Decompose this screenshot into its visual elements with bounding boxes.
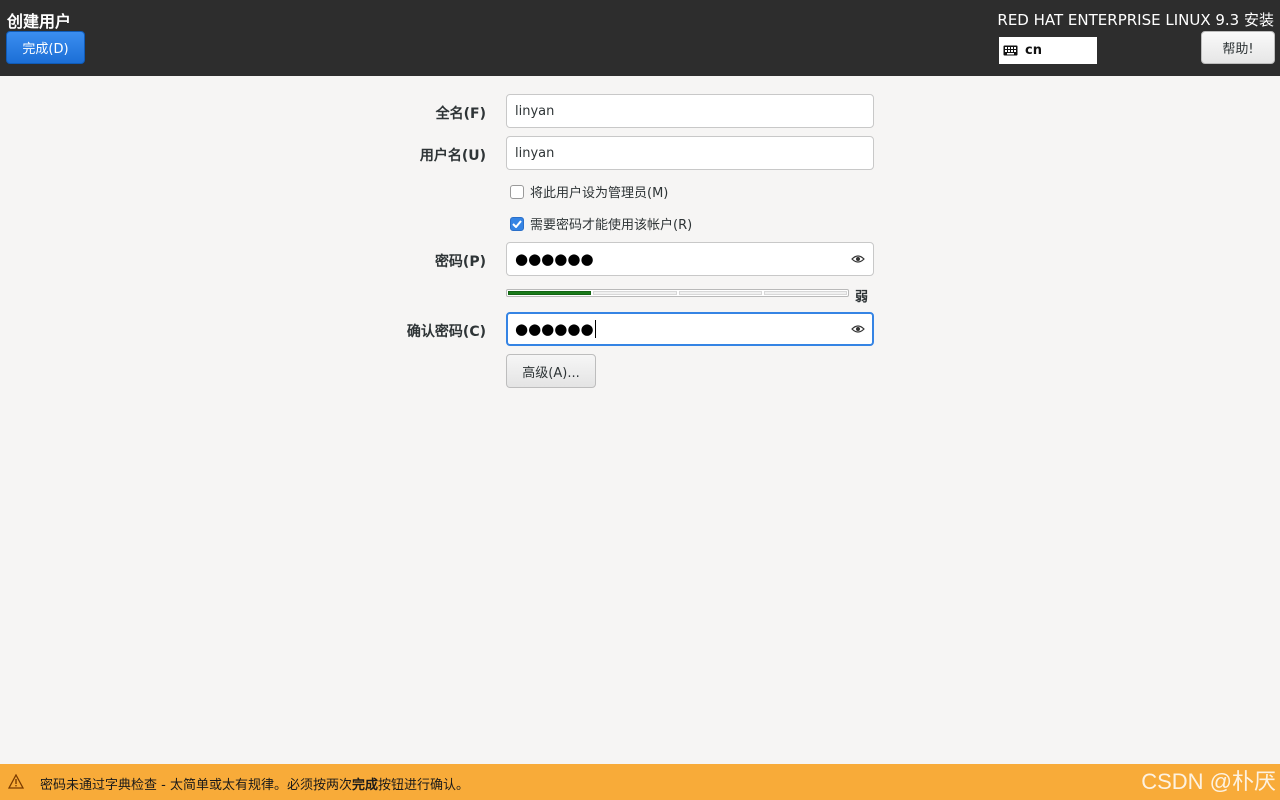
strength-segment [508, 291, 592, 295]
admin-checkbox-row[interactable]: 将此用户设为管理员(M) [510, 182, 668, 201]
username-label: 用户名(U) [419, 148, 486, 164]
password-input[interactable]: ●●●●●● [506, 242, 874, 276]
confirm-password-field-content: ●●●●●● [515, 320, 851, 339]
warning-status-bar[interactable]: 密码未通过字典检查 - 太简单或太有规律。必须按两次完成按钮进行确认。 CSDN… [0, 764, 1280, 800]
checkmark-icon [512, 219, 522, 228]
strength-segment [593, 291, 677, 295]
fullname-input[interactable]: linyan [506, 94, 874, 128]
require-password-checkbox[interactable] [510, 216, 524, 231]
advanced-button[interactable]: 高级(A)... [506, 354, 596, 388]
password-mask: ●●●●●● [515, 250, 594, 268]
top-header: 创建用户 完成(D) RED HAT ENTERPRISE LINUX 9.3 … [0, 0, 1280, 76]
admin-checkbox-label[interactable]: 将此用户设为管理员(M) [530, 182, 668, 201]
product-title: RED HAT ENTERPRISE LINUX 9.3 安装 [997, 11, 1274, 29]
warning-text-bold: 完成 [351, 778, 378, 793]
fullname-label: 全名(F) [435, 106, 486, 122]
keyboard-layout-indicator[interactable]: cn [999, 37, 1097, 64]
password-strength-meter [506, 289, 849, 297]
help-button[interactable]: 帮助! [1201, 31, 1275, 64]
require-password-label[interactable]: 需要密码才能使用该帐户(R) [530, 214, 692, 233]
password-strength-label: 弱 [855, 290, 869, 305]
admin-checkbox[interactable] [510, 184, 524, 199]
strength-segment [763, 291, 847, 295]
warning-icon [8, 774, 24, 789]
confirm-password-mask: ●●●●●● [515, 319, 594, 338]
warning-text-pre: 密码未通过字典检查 - 太简单或太有规律。必须按两次 [40, 778, 352, 793]
keyboard-layout-label: cn [1025, 43, 1042, 58]
page-title: 创建用户 [7, 12, 72, 31]
show-confirm-password-eye-icon[interactable] [851, 324, 865, 334]
username-value: linyan [515, 145, 555, 161]
warning-message: 密码未通过字典检查 - 太简单或太有规律。必须按两次完成按钮进行确认。 [40, 774, 469, 793]
confirm-password-input[interactable]: ●●●●●● [506, 312, 874, 346]
require-password-row[interactable]: 需要密码才能使用该帐户(R) [510, 214, 692, 233]
warning-text-post: 按钮进行确认。 [377, 778, 469, 793]
confirm-password-label: 确认密码(C) [406, 324, 486, 340]
strength-segment [678, 291, 762, 295]
text-cursor [594, 320, 596, 339]
fullname-value: linyan [515, 103, 555, 119]
keyboard-icon [1003, 45, 1018, 56]
done-button[interactable]: 完成(D) [6, 31, 85, 64]
show-password-eye-icon[interactable] [851, 254, 865, 264]
username-input[interactable]: linyan [506, 136, 874, 170]
password-label: 密码(P) [434, 254, 486, 270]
watermark: CSDN @朴厌 [1141, 769, 1276, 794]
